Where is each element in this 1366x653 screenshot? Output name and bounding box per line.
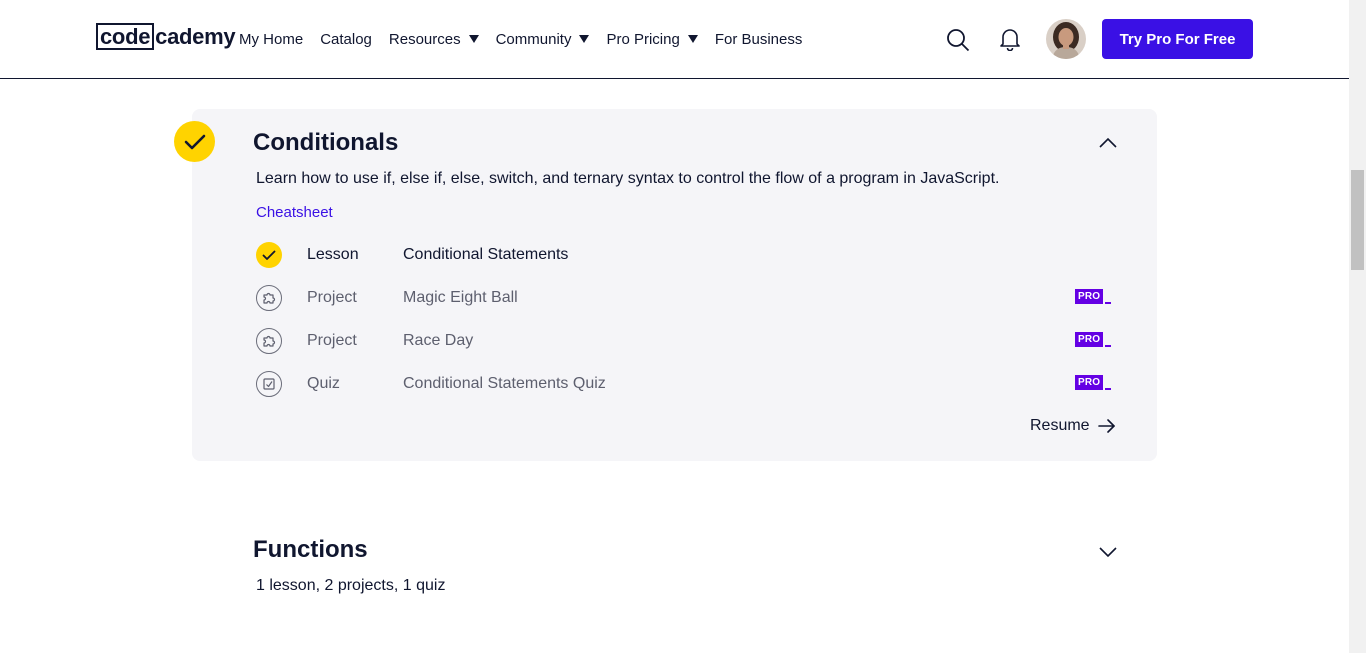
module-complete-check-icon <box>174 121 215 162</box>
nav-my-home[interactable]: My Home <box>239 28 303 50</box>
chevron-down-icon[interactable] <box>1098 545 1118 559</box>
row-name: Conditional Statements <box>403 246 569 263</box>
nav-label: Resources <box>388 30 461 48</box>
pro-badge-label: PRO <box>1075 289 1104 304</box>
content-row-project[interactable]: Project Race Day PRO <box>256 327 1116 355</box>
nav-label: Pro Pricing <box>606 30 680 48</box>
nav-label: For Business <box>714 30 803 48</box>
row-name: Magic Eight Ball <box>403 289 518 306</box>
row-name: Race Day <box>403 332 474 349</box>
module-title: Functions <box>253 536 368 563</box>
caret-down-icon <box>468 35 479 43</box>
content-row-quiz[interactable]: Quiz Conditional Statements Quiz PRO <box>256 370 1116 398</box>
puzzle-icon <box>256 285 282 311</box>
resume-label: Resume <box>1030 417 1090 434</box>
logo-boxed-text: code <box>96 23 155 50</box>
arrow-right-icon <box>1097 419 1115 433</box>
bell-icon[interactable] <box>999 27 1021 52</box>
puzzle-icon <box>256 328 282 354</box>
scrollbar-thumb[interactable] <box>1351 170 1364 270</box>
caret-down-icon <box>687 35 698 43</box>
check-icon <box>256 242 282 268</box>
pro-badge-cursor <box>1105 388 1112 390</box>
avatar[interactable] <box>1046 19 1086 59</box>
row-type: Quiz <box>307 375 340 392</box>
nav-pro-pricing[interactable]: Pro Pricing <box>606 28 698 50</box>
caret-down-icon <box>579 35 590 43</box>
nav-resources[interactable]: Resources <box>389 28 479 50</box>
pro-badge: PRO <box>1075 374 1112 390</box>
codecademy-logo[interactable]: code cademy <box>96 23 236 50</box>
nav-for-business[interactable]: For Business <box>715 28 803 50</box>
row-type: Project <box>307 289 357 306</box>
logo-rest-text: cademy <box>155 24 236 49</box>
content-row-project[interactable]: Project Magic Eight Ball PRO <box>256 284 1116 312</box>
pro-badge: PRO <box>1075 331 1112 347</box>
main-nav: My Home Catalog Resources Community Pro … <box>239 28 819 50</box>
pro-badge-cursor <box>1105 302 1112 304</box>
nav-label: Community <box>495 30 572 48</box>
cheatsheet-link[interactable]: Cheatsheet <box>256 203 333 223</box>
row-type: Lesson <box>307 246 359 263</box>
pro-badge-label: PRO <box>1075 332 1104 347</box>
nav-label: My Home <box>239 30 304 48</box>
pro-badge-cursor <box>1105 345 1112 347</box>
row-name: Conditional Statements Quiz <box>403 375 606 392</box>
nav-label: Catalog <box>320 30 372 48</box>
pro-badge: PRO <box>1075 288 1112 304</box>
resume-button[interactable]: Resume <box>1030 414 1116 438</box>
pro-badge-label: PRO <box>1075 375 1104 390</box>
nav-community[interactable]: Community <box>496 28 590 50</box>
content-row-lesson[interactable]: Lesson Conditional Statements <box>256 241 1116 269</box>
module-title: Conditionals <box>253 129 399 156</box>
module-summary: 1 lesson, 2 projects, 1 quiz <box>256 577 446 594</box>
search-icon[interactable] <box>946 28 970 52</box>
nav-catalog[interactable]: Catalog <box>320 28 372 50</box>
scrollbar-track[interactable] <box>1349 0 1366 653</box>
site-header: code cademy My Home Catalog Resources Co… <box>0 0 1349 79</box>
try-pro-button[interactable]: Try Pro For Free <box>1102 19 1253 59</box>
module-description: Learn how to use if, else if, else, swit… <box>256 170 1000 187</box>
chevron-up-icon[interactable] <box>1098 136 1118 150</box>
row-type: Project <box>307 332 357 349</box>
quiz-icon <box>256 371 282 397</box>
